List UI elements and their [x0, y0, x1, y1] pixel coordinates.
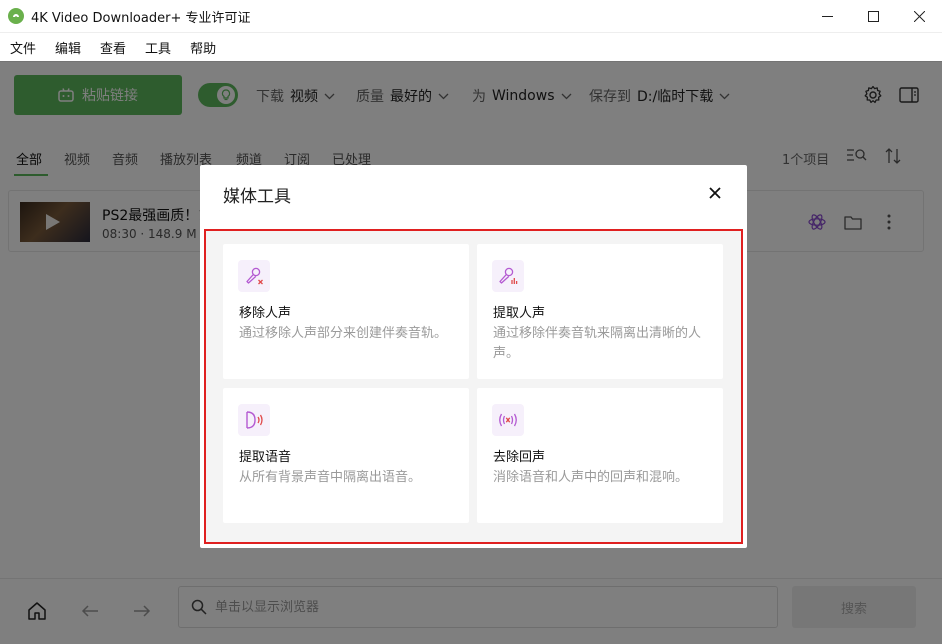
tool-card-extract-vocals[interactable]: 提取人声 通过移除伴奏音轨来隔离出清晰的人声。: [477, 244, 723, 379]
menu-bar: 文件 编辑 查看 工具 帮助: [0, 33, 942, 61]
menu-view[interactable]: 查看: [100, 38, 126, 57]
close-window-button[interactable]: [896, 0, 942, 33]
menu-tools[interactable]: 工具: [145, 38, 171, 57]
media-tools-dialog: 媒体工具 移除人声 通过移除人声部分来创建伴奏音轨。 提取人声 通过移除伴奏音轨…: [200, 165, 747, 548]
maximize-button[interactable]: [850, 0, 896, 33]
tool-title: 去除回声: [493, 450, 546, 465]
mic-extract-icon: [492, 260, 524, 292]
close-icon: [913, 11, 925, 22]
tool-title: 提取语音: [239, 450, 292, 465]
tool-title: 提取人声: [493, 306, 546, 321]
tools-grid: 移除人声 通过移除人声部分来创建伴奏音轨。 提取人声 通过移除伴奏音轨来隔离出清…: [204, 229, 743, 544]
tool-title: 移除人声: [239, 306, 292, 321]
tool-description: 通过移除伴奏音轨来隔离出清晰的人声。: [493, 326, 702, 361]
minimize-button[interactable]: [804, 0, 850, 33]
close-icon: [709, 187, 721, 199]
window-title: 4K Video Downloader+ 专业许可证: [31, 10, 251, 26]
tool-description: 从所有背景声音中隔离出语音。: [239, 470, 422, 485]
title-bar: 4K Video Downloader+ 专业许可证: [0, 0, 942, 33]
dialog-title: 媒体工具: [223, 187, 291, 207]
menu-file[interactable]: 文件: [10, 38, 36, 57]
tool-card-remove-echo[interactable]: 去除回声 消除语音和人声中的回声和混响。: [477, 388, 723, 523]
tool-card-extract-speech[interactable]: 提取语音 从所有背景声音中隔离出语音。: [223, 388, 469, 523]
minimize-icon: [821, 16, 833, 17]
maximize-icon: [867, 11, 879, 22]
tool-description: 消除语音和人声中的回声和混响。: [493, 470, 689, 485]
menu-help[interactable]: 帮助: [190, 38, 216, 57]
tool-description: 通过移除人声部分来创建伴奏音轨。: [239, 326, 448, 341]
echo-remove-icon: [492, 404, 524, 436]
mic-remove-icon: [238, 260, 270, 292]
speech-extract-icon: [238, 404, 270, 436]
app-logo-icon: [8, 8, 24, 24]
menu-edit[interactable]: 编辑: [55, 38, 81, 57]
tool-card-remove-vocals[interactable]: 移除人声 通过移除人声部分来创建伴奏音轨。: [223, 244, 469, 379]
dialog-close-button[interactable]: [705, 183, 725, 203]
